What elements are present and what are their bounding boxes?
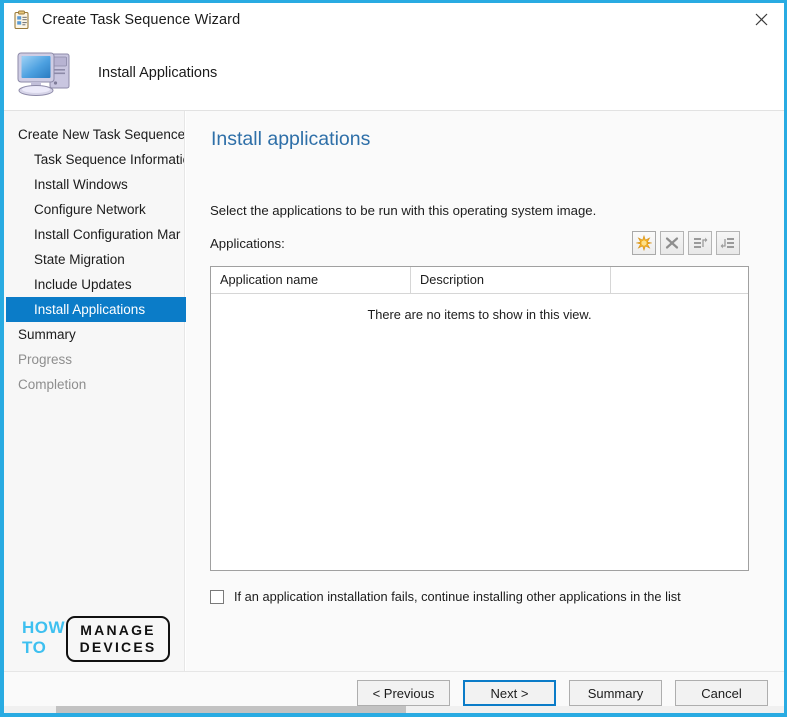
wizard-step-sidebar: Create New Task Sequence Task Sequence I…: [4, 111, 186, 671]
sidebar-item-state-migration[interactable]: State Migration: [4, 247, 184, 272]
window-title: Create Task Sequence Wizard: [42, 12, 241, 28]
create-task-sequence-wizard-window: Create Task Sequence Wizard Install Appl…: [0, 0, 787, 717]
wizard-header: Install Applications: [4, 37, 784, 109]
sidebar-item-task-sequence-information[interactable]: Task Sequence Informatio: [4, 147, 184, 172]
horizontal-scrollbar-thumb[interactable]: [56, 706, 406, 713]
sidebar-item-install-configuration-manager[interactable]: Install Configuration Mar: [4, 222, 184, 247]
computer-monitor-icon: [14, 45, 76, 101]
column-header-application-name[interactable]: Application name: [211, 267, 411, 293]
applications-toolbar: [632, 231, 740, 255]
window-top-accent-border: [0, 0, 787, 3]
sidebar-item-progress: Progress: [18, 352, 73, 367]
continue-on-failure-label: If an application installation fails, co…: [234, 589, 681, 604]
header-divider: [4, 110, 784, 111]
sidebar-item-create-new-task-sequence[interactable]: Create New Task Sequence: [4, 122, 184, 147]
how-to-manage-devices-logo: HOW TO MANAGE DEVICES: [22, 616, 172, 664]
clipboard-checklist-icon: [12, 10, 32, 30]
logo-devices-text: DEVICES: [79, 639, 157, 655]
window-left-accent-border: [0, 0, 4, 717]
applications-listview[interactable]: Application name Description There are n…: [210, 266, 749, 571]
close-icon[interactable]: [738, 3, 784, 35]
wizard-body: Create New Task Sequence Task Sequence I…: [4, 111, 784, 671]
move-down-list-icon: [720, 238, 734, 249]
starburst-new-icon: [636, 235, 652, 251]
x-delete-icon: [665, 237, 679, 249]
titlebar: Create Task Sequence Wizard: [4, 3, 784, 37]
column-header-blank[interactable]: [611, 267, 748, 293]
sidebar-item-install-windows[interactable]: Install Windows: [4, 172, 184, 197]
logo-howto-text: HOW TO: [22, 618, 66, 658]
instruction-text: Select the applications to be run with t…: [210, 203, 597, 218]
window-bottom-accent-border: [0, 713, 787, 717]
sidebar-item-install-applications[interactable]: Install Applications: [6, 297, 186, 322]
wizard-content-pane: Install applications Select the applicat…: [186, 111, 784, 671]
footer-divider: [4, 671, 784, 672]
sidebar-item-configure-network[interactable]: Configure Network: [4, 197, 184, 222]
move-up-button[interactable]: [688, 231, 712, 255]
column-header-description[interactable]: Description: [411, 267, 611, 293]
logo-manage-text: MANAGE: [80, 622, 156, 638]
wizard-button-row: < Previous Next > Summary Cancel: [357, 680, 768, 706]
summary-button[interactable]: Summary: [569, 680, 662, 706]
remove-application-button[interactable]: [660, 231, 684, 255]
applications-label: Applications:: [210, 236, 285, 251]
add-application-button[interactable]: [632, 231, 656, 255]
move-up-list-icon: [694, 237, 708, 248]
continue-on-failure-checkbox[interactable]: [210, 589, 224, 604]
header-title: Install Applications: [98, 65, 218, 81]
next-button[interactable]: Next >: [463, 680, 556, 706]
sidebar-item-summary[interactable]: Summary: [4, 322, 184, 347]
move-down-button[interactable]: [716, 231, 740, 255]
page-title: Install applications: [211, 128, 371, 150]
logo-box: MANAGE DEVICES: [66, 616, 170, 662]
cancel-button[interactable]: Cancel: [675, 680, 768, 706]
listview-empty-message: There are no items to show in this view.: [367, 307, 592, 322]
logo-to-text: TO: [22, 638, 47, 657]
previous-button[interactable]: < Previous: [357, 680, 450, 706]
logo-how-text: HOW: [22, 618, 66, 637]
listview-header-row: Application name Description: [211, 267, 748, 294]
sidebar-item-completion: Completion: [18, 377, 87, 392]
sidebar-item-include-updates[interactable]: Include Updates: [4, 272, 184, 297]
continue-on-failure-checkbox-row[interactable]: If an application installation fails, co…: [210, 589, 681, 604]
